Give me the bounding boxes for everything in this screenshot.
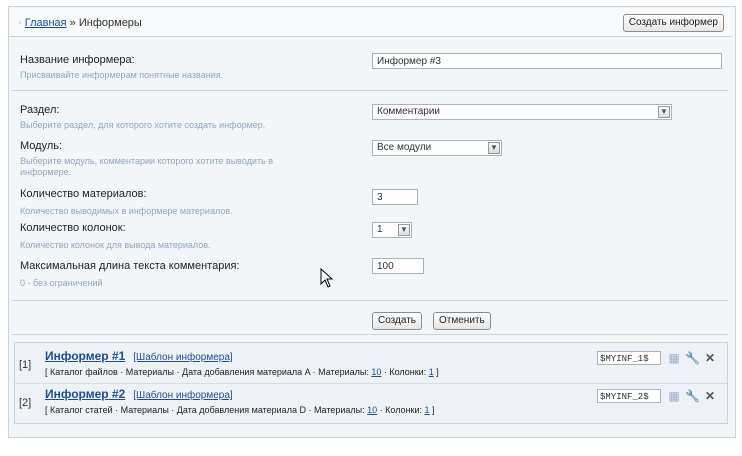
name-input-value: Информер #3 bbox=[377, 56, 441, 67]
breadcrumb-separator: » bbox=[69, 17, 76, 29]
submit-button[interactable]: Создать bbox=[372, 312, 423, 330]
maxlen-input-value: 100 bbox=[377, 261, 394, 272]
module-hint: Выберите модуль, комментарии которого хо… bbox=[20, 156, 274, 177]
informer-title: Информер #2 bbox=[45, 387, 126, 401]
wrench-icon[interactable]: 🔧 bbox=[685, 389, 700, 403]
materials-count-link[interactable]: 10 bbox=[367, 405, 377, 415]
preview-icon[interactable]: ▦ bbox=[667, 351, 681, 365]
columns-label: Количество колонок: bbox=[20, 222, 126, 234]
section-label: Раздел: bbox=[20, 104, 60, 116]
description-text: ] bbox=[433, 367, 439, 377]
divider bbox=[12, 90, 728, 91]
cancel-button[interactable]: Отменить bbox=[433, 312, 491, 330]
breadcrumb: · Главная » Информеры bbox=[18, 17, 142, 29]
columns-hint: Количество колонок для вывода материалов… bbox=[20, 240, 211, 250]
chevron-down-icon: ▼ bbox=[398, 224, 410, 236]
informer-number: [2] bbox=[19, 397, 32, 409]
mouse-cursor-icon bbox=[320, 268, 334, 288]
count-hint: Количество выводимых в информере материа… bbox=[20, 206, 233, 216]
preview-icon[interactable]: ▦ bbox=[667, 389, 681, 403]
maxlen-label: Максимальная длина текста комментария: bbox=[20, 260, 240, 272]
description-text: · Колонки: bbox=[381, 367, 429, 377]
section-hint: Выберите раздел, для которого хотите соз… bbox=[20, 120, 266, 130]
count-input-value: 3 bbox=[377, 192, 383, 203]
breadcrumb-current: Информеры bbox=[78, 17, 142, 29]
divider bbox=[12, 334, 728, 335]
informer-number: [1] bbox=[19, 359, 32, 371]
section-select-value: Комментарии bbox=[377, 106, 440, 117]
informer-description: [ Каталог файлов · Материалы · Дата доба… bbox=[45, 367, 439, 377]
description-text: ] bbox=[429, 405, 435, 415]
delete-icon[interactable]: ✕ bbox=[703, 351, 717, 365]
module-select-value: Все модули bbox=[377, 142, 432, 153]
count-input[interactable]: 3 bbox=[372, 189, 418, 205]
description-text: [ Каталог файлов · Материалы · Дата доба… bbox=[45, 367, 372, 377]
chevron-down-icon: ▼ bbox=[658, 106, 670, 118]
maxlen-input[interactable]: 100 bbox=[372, 258, 424, 274]
breadcrumb-dot: · bbox=[18, 17, 22, 29]
maxlen-hint: 0 - без ограничений bbox=[20, 278, 103, 288]
chevron-down-icon: ▼ bbox=[488, 142, 500, 154]
informer-description: [ Каталог статей · Материалы · Дата доба… bbox=[45, 405, 435, 415]
informer-list: [1] Информер #1 [Шаблон информера] [ Ката… bbox=[14, 342, 728, 424]
breadcrumb-home-link[interactable]: Главная bbox=[25, 17, 67, 29]
count-label: Количество материалов: bbox=[20, 188, 147, 200]
informer-code-field[interactable]: $MYINF_1$ bbox=[597, 351, 661, 365]
informer-code-field[interactable]: $MYINF_2$ bbox=[597, 389, 661, 403]
materials-count-link[interactable]: 10 bbox=[371, 367, 381, 377]
name-hint: Присваивайте информерам понятные названи… bbox=[20, 70, 224, 80]
description-text: [ Каталог статей · Материалы · Дата доба… bbox=[45, 405, 368, 415]
divider bbox=[12, 300, 728, 301]
columns-select[interactable]: 1 ▼ bbox=[372, 222, 412, 238]
list-item: [1] Информер #1 [Шаблон информера] [ Ката… bbox=[15, 345, 727, 384]
informer-title-link[interactable]: Информер #1 [Шаблон информера] bbox=[45, 349, 233, 363]
template-link[interactable]: [Шаблон информера] bbox=[133, 352, 232, 363]
columns-select-value: 1 bbox=[377, 224, 383, 235]
description-text: · Колонки: bbox=[377, 405, 425, 415]
template-link[interactable]: [Шаблон информера] bbox=[133, 390, 232, 401]
name-label: Название информера: bbox=[20, 54, 135, 66]
create-informer-button[interactable]: Создать информер bbox=[622, 14, 724, 32]
section-select[interactable]: Комментарии ▼ bbox=[372, 104, 672, 120]
informer-title-link[interactable]: Информер #2 [Шаблон информера] bbox=[45, 387, 233, 401]
informer-title: Информер #1 bbox=[45, 349, 126, 363]
list-item: [2] Информер #2 [Шаблон информера] [ Ката… bbox=[15, 383, 727, 421]
wrench-icon[interactable]: 🔧 bbox=[685, 351, 700, 365]
module-select[interactable]: Все модули ▼ bbox=[372, 140, 502, 156]
delete-icon[interactable]: ✕ bbox=[703, 389, 717, 403]
top-bar: · Главная » Информеры Создать информер bbox=[10, 8, 732, 37]
module-label: Модуль: bbox=[20, 140, 63, 152]
name-input[interactable]: Информер #3 bbox=[372, 53, 722, 69]
